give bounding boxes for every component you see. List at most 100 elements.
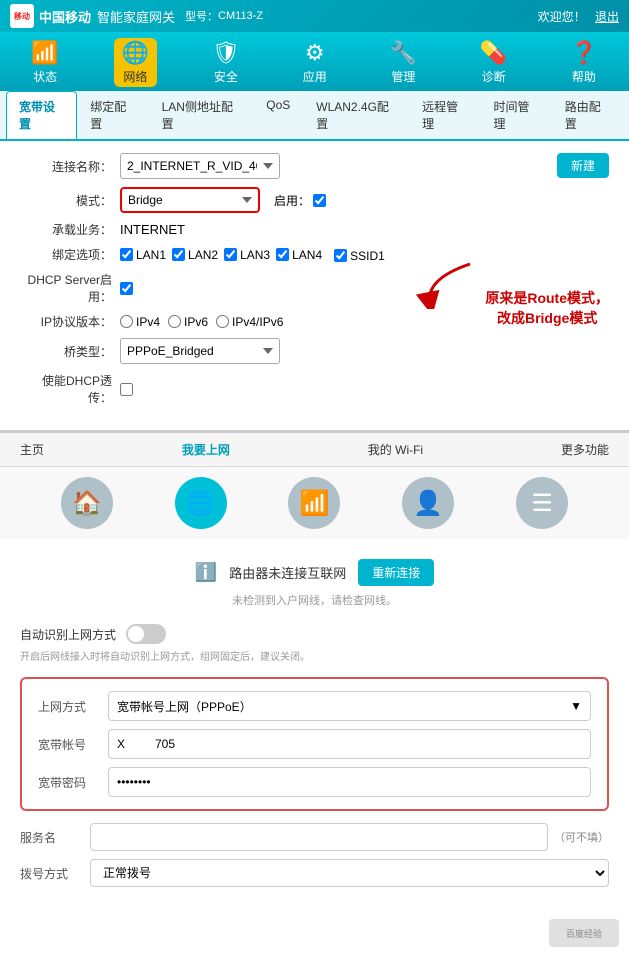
method-select[interactable]: 宽带帐号上网（PPPoE） ▼ bbox=[108, 691, 591, 721]
dial-mode-label: 拨号方式 bbox=[20, 865, 90, 882]
dial-mode-select[interactable]: 正常拨号 bbox=[90, 859, 609, 887]
mode-label: 模式： bbox=[20, 192, 120, 209]
icon-internet[interactable]: 🌐 bbox=[175, 477, 227, 529]
binding-ssid1[interactable]: SSID1 bbox=[334, 249, 385, 263]
reconnect-button[interactable]: 重新连接 bbox=[358, 559, 434, 586]
subnav-route[interactable]: 路由配置 bbox=[552, 91, 623, 139]
dhcp-pass-label: 使能DHCP透传： bbox=[20, 372, 120, 406]
nav-network-label: 网络 bbox=[123, 68, 147, 85]
nav-help[interactable]: ❓ 帮助 bbox=[562, 38, 605, 87]
account-label: 宽带帐号 bbox=[38, 736, 108, 753]
security-icon: 🛡 bbox=[212, 40, 240, 66]
service-hint: （可不填） bbox=[554, 829, 609, 845]
service-value: INTERNET bbox=[120, 222, 185, 237]
method-value: 宽带帐号上网（PPPoE） bbox=[117, 698, 252, 715]
type-select[interactable]: PPPoE_Bridged bbox=[120, 338, 280, 364]
nav-status[interactable]: 📶 状态 bbox=[23, 38, 66, 87]
bottom-panel: 主页 我要上网 我的 Wi-Fi 更多功能 🏠 🌐 📶 👤 ☰ ℹ️ 路由器未连… bbox=[0, 433, 629, 953]
top-bar: 移动 中国移动 智能家庭网关 型号： CM113-Z 欢迎您！ 退出 bbox=[0, 0, 629, 32]
bottom-nav-home[interactable]: 主页 bbox=[20, 441, 44, 458]
ip-both[interactable]: IPv4/IPv6 bbox=[216, 315, 283, 329]
subnav-qos[interactable]: QoS bbox=[253, 91, 303, 139]
nav-status-label: 状态 bbox=[33, 68, 57, 85]
logo-icon: 移动 bbox=[10, 4, 34, 28]
binding-lan1[interactable]: LAN1 bbox=[120, 248, 166, 262]
admin-form-panel: 新建 连接名称： 2_INTERNET_R_VID_4031 模式： Bridg… bbox=[0, 141, 629, 433]
enable-checkbox[interactable] bbox=[313, 194, 326, 207]
account-row: 宽带帐号 bbox=[38, 729, 591, 759]
welcome-text: 欢迎您！ bbox=[538, 10, 586, 24]
alert-text: 路由器未连接互联网 bbox=[229, 563, 346, 582]
bottom-nav-internet[interactable]: 我要上网 bbox=[182, 441, 230, 458]
new-button[interactable]: 新建 bbox=[557, 153, 609, 178]
main-nav: 📶 状态 🌐 网络 🛡 安全 ⚙ 应用 🔧 管理 💊 诊断 ❓ 帮助 bbox=[0, 32, 629, 91]
subnav-broadband[interactable]: 宽带设置 bbox=[6, 91, 77, 139]
nav-diagnose[interactable]: 💊 诊断 bbox=[472, 38, 515, 87]
binding-lan2[interactable]: LAN2 bbox=[172, 248, 218, 262]
service-name-input[interactable] bbox=[90, 823, 548, 851]
site-title: 智能家庭网关 bbox=[97, 7, 175, 26]
dhcp-label: DHCP Server启用： bbox=[20, 271, 120, 305]
account-input[interactable] bbox=[108, 729, 591, 759]
binding-lan3[interactable]: LAN3 bbox=[224, 248, 270, 262]
toggle-row: 自动识别上网方式 bbox=[20, 624, 609, 644]
method-row: 上网方式 宽带帐号上网（PPPoE） ▼ bbox=[38, 691, 591, 721]
nav-security[interactable]: 🛡 安全 bbox=[204, 38, 248, 87]
model-value: CM113-Z bbox=[218, 10, 263, 22]
annotation-arrow bbox=[415, 259, 475, 309]
nav-manage[interactable]: 🔧 管理 bbox=[382, 38, 425, 87]
connection-name-row: 连接名称： 2_INTERNET_R_VID_4031 bbox=[20, 153, 609, 179]
password-input[interactable] bbox=[108, 767, 591, 797]
icon-menu[interactable]: ☰ bbox=[516, 477, 568, 529]
brand-name: 中国移动 bbox=[39, 7, 91, 26]
alert-icon: ℹ️ bbox=[195, 562, 217, 583]
connection-name-select[interactable]: 2_INTERNET_R_VID_4031 bbox=[120, 153, 280, 179]
subnav-bind[interactable]: 绑定配置 bbox=[77, 91, 148, 139]
user-circle: 👤 bbox=[402, 477, 454, 529]
type-label: 桥类型： bbox=[20, 343, 120, 360]
binding-label: 绑定选项： bbox=[20, 246, 120, 263]
password-row: 宽带密码 bbox=[38, 767, 591, 797]
nav-apps-label: 应用 bbox=[303, 68, 327, 85]
subnav-lan[interactable]: LAN侧地址配置 bbox=[149, 91, 254, 139]
logout-link[interactable]: 退出 bbox=[595, 10, 619, 24]
nav-security-label: 安全 bbox=[214, 68, 238, 85]
pppoe-form-box: 上网方式 宽带帐号上网（PPPoE） ▼ 宽带帐号 宽带密码 bbox=[20, 677, 609, 811]
watermark-area: 百度经验 bbox=[0, 915, 629, 953]
subnav-remote[interactable]: 远程管理 bbox=[409, 91, 480, 139]
enable-text: 启用： bbox=[274, 192, 310, 209]
toggle-switch[interactable] bbox=[126, 624, 166, 644]
user-area: 欢迎您！ 退出 bbox=[538, 8, 619, 25]
dhcp-checkbox[interactable] bbox=[120, 282, 133, 295]
toggle-label: 自动识别上网方式 bbox=[20, 626, 116, 643]
type-row: 桥类型： PPPoE_Bridged bbox=[20, 338, 609, 364]
service-name-row: 服务名 （可不填） bbox=[20, 823, 609, 851]
ip-ipv4[interactable]: IPv4 bbox=[120, 315, 160, 329]
icon-user[interactable]: 👤 bbox=[402, 477, 454, 529]
wifi-circle: 📶 bbox=[288, 477, 340, 529]
mode-select[interactable]: Bridge Route bbox=[120, 187, 260, 213]
enable-label: 启用： bbox=[274, 192, 326, 209]
dhcp-pass-checkbox[interactable] bbox=[120, 383, 133, 396]
binding-lan4[interactable]: LAN4 bbox=[276, 248, 322, 262]
subnav-wlan[interactable]: WLAN2.4G配置 bbox=[303, 91, 409, 139]
sub-nav: 宽带设置 绑定配置 LAN侧地址配置 QoS WLAN2.4G配置 远程管理 时… bbox=[0, 91, 629, 141]
nav-diagnose-label: 诊断 bbox=[482, 68, 506, 85]
internet-circle: 🌐 bbox=[175, 477, 227, 529]
subnav-time[interactable]: 时间管理 bbox=[480, 91, 551, 139]
nav-apps[interactable]: ⚙ 应用 bbox=[295, 38, 335, 87]
alert-box: ℹ️ 路由器未连接互联网 重新连接 bbox=[20, 559, 609, 586]
ip-ipv6[interactable]: IPv6 bbox=[168, 315, 208, 329]
method-label: 上网方式 bbox=[38, 698, 108, 715]
bottom-nav-wifi[interactable]: 我的 Wi-Fi bbox=[368, 441, 423, 458]
nav-network[interactable]: 🌐 网络 bbox=[114, 38, 157, 87]
mode-row: 模式： Bridge Route 启用： bbox=[20, 187, 609, 213]
icon-wifi[interactable]: 📶 bbox=[288, 477, 340, 529]
connection-name-label: 连接名称： bbox=[20, 158, 120, 175]
bottom-nav-more[interactable]: 更多功能 bbox=[561, 441, 609, 458]
nav-help-label: 帮助 bbox=[572, 68, 596, 85]
icon-home[interactable]: 🏠 bbox=[61, 477, 113, 529]
manage-icon: 🔧 bbox=[390, 40, 417, 66]
network-icon: 🌐 bbox=[122, 40, 149, 66]
annotation-text: 原来是Route模式， 改成Bridge模式 bbox=[485, 289, 609, 328]
